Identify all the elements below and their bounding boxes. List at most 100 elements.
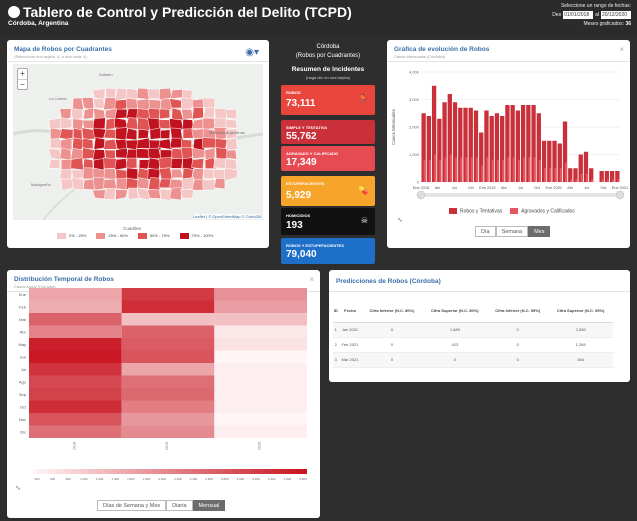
heatmap-cell[interactable] xyxy=(121,288,215,301)
bar[interactable] xyxy=(612,179,615,182)
map-quadrant[interactable] xyxy=(158,167,173,180)
map-quadrant[interactable] xyxy=(180,189,194,199)
map-quadrant[interactable] xyxy=(137,129,150,140)
column-header[interactable]: Cifra Inferior (N.C. 95%) xyxy=(487,300,549,323)
heatmap-cell[interactable] xyxy=(214,400,307,414)
bar[interactable] xyxy=(449,154,452,183)
map-quadrant[interactable] xyxy=(225,119,238,129)
kpi-card-homicidios[interactable]: HOMICIDIOS 193 ☠ xyxy=(281,208,375,235)
heatmap-cell[interactable] xyxy=(29,350,122,364)
map-quadrant[interactable] xyxy=(159,129,171,139)
heatmap-cell[interactable] xyxy=(29,288,122,301)
map-quadrant[interactable] xyxy=(83,178,95,191)
bar[interactable] xyxy=(455,157,458,182)
heatmap-cell[interactable] xyxy=(214,325,307,339)
map-quadrant[interactable] xyxy=(59,147,72,161)
month-button[interactable]: Mes xyxy=(528,226,551,237)
map-quadrant[interactable] xyxy=(71,169,85,180)
map-quadrant[interactable] xyxy=(114,99,128,111)
column-header[interactable]: Fecha xyxy=(338,300,362,323)
map-quadrant[interactable] xyxy=(191,107,204,120)
chart-type-icon[interactable]: ∿ xyxy=(397,216,403,224)
heatmap-cell[interactable] xyxy=(29,400,122,414)
heatmap-cell[interactable] xyxy=(121,375,215,389)
map-quadrant[interactable] xyxy=(71,108,84,121)
map-quadrant[interactable] xyxy=(125,98,139,111)
map-quadrant[interactable] xyxy=(60,178,74,191)
heatmap-cell[interactable] xyxy=(121,388,215,401)
map-quadrant[interactable] xyxy=(93,137,106,150)
map-quadrant[interactable] xyxy=(115,147,129,159)
heatmap-cell[interactable] xyxy=(214,425,307,439)
bar[interactable] xyxy=(528,157,531,182)
map-quadrant[interactable] xyxy=(50,137,61,149)
map-quadrant[interactable] xyxy=(170,148,183,161)
heatmap-cell[interactable] xyxy=(29,325,122,339)
map-quadrant[interactable] xyxy=(103,97,117,111)
map-quadrant[interactable] xyxy=(136,177,150,190)
bar[interactable] xyxy=(533,157,536,182)
heatmap-cell[interactable] xyxy=(121,325,215,339)
evolution-chart[interactable]: 0 1,000 2,000 3,000 4,000 Casos Mensuales Ene … xyxy=(387,64,630,214)
bar[interactable] xyxy=(496,160,500,182)
bar[interactable] xyxy=(580,173,583,182)
map-quadrant[interactable] xyxy=(103,128,117,139)
map-quadrant[interactable] xyxy=(226,149,237,160)
zoom-in-button[interactable]: + xyxy=(18,69,27,79)
bar[interactable] xyxy=(423,160,426,182)
bar[interactable] xyxy=(470,157,473,182)
bar[interactable] xyxy=(434,154,437,183)
heatmap-cell[interactable] xyxy=(121,400,215,414)
bar[interactable] xyxy=(601,179,604,182)
kpi-card-simple[interactable]: SIMPLE Y TENTATIVA 55,762 xyxy=(281,120,375,144)
bar[interactable] xyxy=(512,157,515,182)
heatmap-cell[interactable] xyxy=(214,363,307,376)
bar[interactable] xyxy=(554,168,557,182)
map-quadrant[interactable] xyxy=(147,147,162,160)
map-quadrant[interactable] xyxy=(170,89,184,99)
heatmap-cell[interactable] xyxy=(214,338,307,351)
map-quadrant[interactable] xyxy=(103,188,116,200)
bar[interactable] xyxy=(523,157,526,182)
daily-button[interactable]: Diaria xyxy=(166,500,193,511)
map-quadrant[interactable] xyxy=(148,177,161,191)
heatmap-cell[interactable] xyxy=(214,350,307,364)
bar[interactable] xyxy=(444,157,447,182)
column-header[interactable]: Cifra Superior (N.C. 80%) xyxy=(422,300,488,323)
heatmap-cell[interactable] xyxy=(29,425,122,439)
bar[interactable] xyxy=(617,179,620,182)
heatmap-cell[interactable] xyxy=(29,375,122,389)
bar[interactable] xyxy=(486,157,489,182)
map-quadrant[interactable] xyxy=(114,87,128,101)
map-quadrant[interactable] xyxy=(83,107,95,120)
bar[interactable] xyxy=(502,160,505,182)
legend-item[interactable]: Agravados y Calificados xyxy=(510,208,575,214)
map-quadrant[interactable] xyxy=(160,149,173,159)
map-quadrant[interactable] xyxy=(181,109,193,120)
heatmap-cell[interactable] xyxy=(29,313,122,326)
map-quadrant[interactable] xyxy=(213,178,226,190)
heatmap-cell[interactable] xyxy=(29,300,122,314)
map-quadrant[interactable] xyxy=(93,98,105,109)
map-quadrant[interactable] xyxy=(159,108,171,120)
map-quadrant[interactable] xyxy=(125,127,138,141)
map-quadrant[interactable] xyxy=(202,97,216,110)
kpi-card-agravado[interactable]: AGRAVADO Y CALIFICADO 17,349 xyxy=(281,146,375,171)
heatmap-cell[interactable] xyxy=(121,338,215,351)
bar[interactable] xyxy=(481,165,484,183)
bar[interactable] xyxy=(565,162,568,182)
close-icon[interactable]: × xyxy=(619,45,624,54)
heatmap-cell[interactable] xyxy=(214,388,307,401)
map-quadrant[interactable] xyxy=(73,127,83,140)
bar[interactable] xyxy=(585,173,589,182)
map-quadrant[interactable] xyxy=(147,189,161,199)
heatmap-cell[interactable] xyxy=(121,350,215,364)
map-quadrants[interactable] xyxy=(48,87,239,201)
map-quadrant[interactable] xyxy=(191,158,205,170)
map-quadrant[interactable] xyxy=(158,157,173,169)
kpi-card-robos-estupefacientes[interactable]: ROBOS Y ESTUPEFACIENTES 79,040 xyxy=(281,238,375,264)
bar[interactable] xyxy=(544,168,547,182)
range-slider-handle[interactable] xyxy=(615,190,625,200)
heatmap-cell[interactable] xyxy=(121,300,215,314)
date-to-input[interactable]: 20/12/2020 xyxy=(601,11,631,19)
